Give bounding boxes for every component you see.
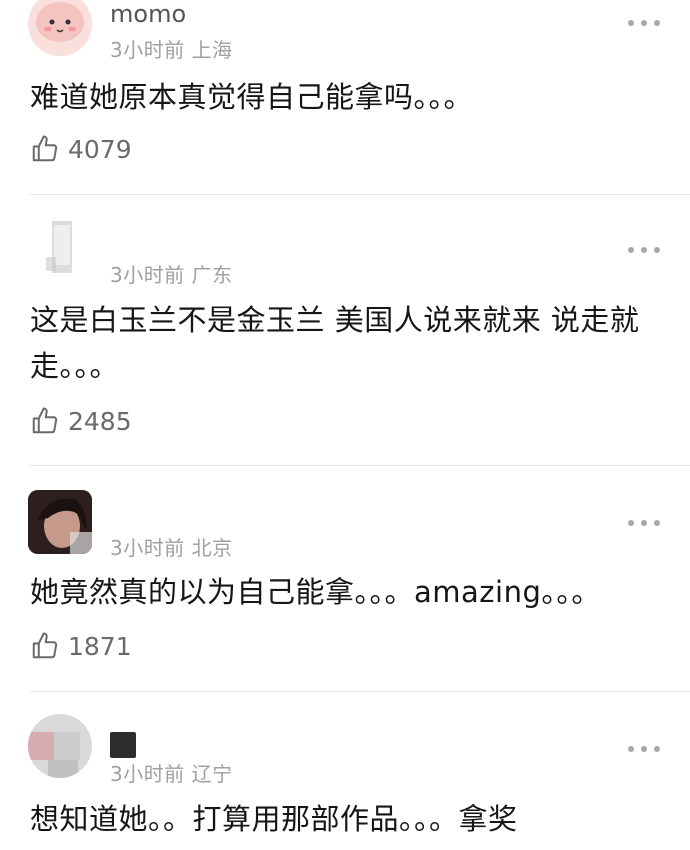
comment-item: 3小时前 辽宁 想知道她。。打算用那部作品。。。拿奖 (0, 692, 690, 850)
more-dots-icon[interactable] (628, 744, 660, 754)
comment-item: momo 3小时前 上海 难道她原本真觉得自己能拿吗。。。 4079 (0, 0, 690, 195)
like-count: 1871 (68, 631, 132, 661)
thumbs-up-icon (32, 135, 58, 162)
like-button[interactable]: 4079 (30, 132, 132, 166)
more-dots-icon[interactable] (628, 245, 660, 255)
like-count: 4079 (68, 134, 132, 164)
avatar[interactable] (28, 0, 92, 56)
comment-meta: 3小时前 上海 (110, 34, 233, 63)
comment-meta: 3小时前 北京 (110, 532, 233, 561)
like-button[interactable]: 1871 (30, 629, 132, 663)
comment-text: 难道她原本真觉得自己能拿吗。。。 (30, 80, 474, 114)
like-button[interactable]: 2485 (30, 404, 132, 438)
comment-location: 上海 (191, 38, 233, 62)
more-dots-icon[interactable] (628, 18, 660, 28)
comment-time: 3小时前 (110, 38, 185, 62)
comment-item: 3小时前 广东 这是白玉兰不是金玉兰 美国人说来就来 说走就走。。。 2485 (0, 195, 690, 465)
thumbs-up-icon (32, 632, 58, 659)
thumbs-up-icon (32, 407, 58, 434)
comment-text: 想知道她。。打算用那部作品。。。拿奖 (30, 802, 518, 836)
comment-meta: 3小时前 广东 (110, 259, 233, 288)
comment-text: 她竟然真的以为自己能拿。。。amazing。。。 (30, 575, 601, 609)
comment-location: 辽宁 (191, 762, 233, 786)
avatar[interactable] (28, 714, 92, 778)
comment-item: 3小时前 北京 她竟然真的以为自己能拿。。。amazing。。。 1871 (0, 466, 690, 691)
comment-text: 这是白玉兰不是金玉兰 美国人说来就来 说走就走。。。 (30, 303, 640, 383)
comment-location: 广东 (191, 263, 233, 287)
avatar[interactable] (28, 490, 92, 554)
like-count: 2485 (68, 406, 132, 436)
username[interactable]: momo (110, 0, 186, 28)
comment-time: 3小时前 (110, 762, 185, 786)
comment-meta: 3小时前 辽宁 (110, 758, 233, 787)
more-dots-icon[interactable] (628, 518, 660, 528)
comment-time: 3小时前 (110, 536, 185, 560)
comment-location: 北京 (191, 536, 233, 560)
comment-time: 3小时前 (110, 263, 185, 287)
avatar[interactable] (28, 217, 92, 281)
user-badge (110, 732, 136, 758)
